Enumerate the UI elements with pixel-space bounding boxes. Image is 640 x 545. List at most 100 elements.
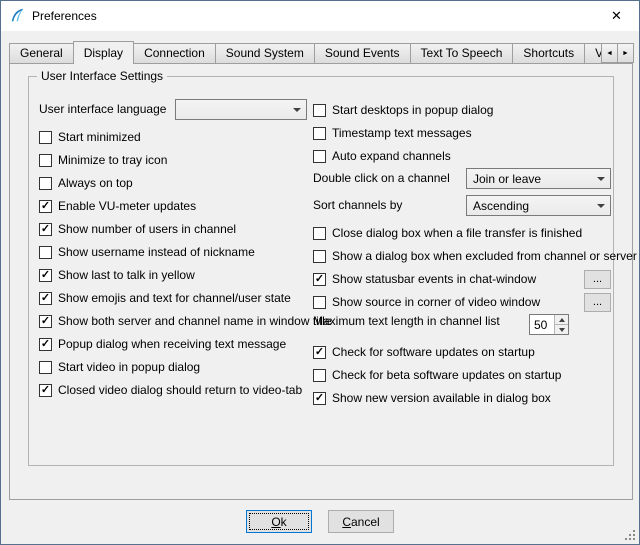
tab-display[interactable]: Display: [73, 41, 134, 64]
checkbox-label: Minimize to tray icon: [58, 154, 167, 167]
tab-connection[interactable]: Connection: [133, 43, 216, 63]
checkbox-unchecked-icon[interactable]: [313, 369, 326, 382]
checkbox-label: Check for beta software updates on start…: [332, 369, 561, 382]
checkbox-label: Timestamp text messages: [332, 127, 472, 140]
double-click-select[interactable]: Join or leave: [466, 168, 611, 189]
display-tab-page: User Interface Settings User interface l…: [9, 63, 633, 500]
right-checkbox-list-top: Start desktops in popup dialog Timestamp …: [313, 99, 611, 168]
tab-general[interactable]: General: [9, 43, 74, 63]
checkbox-label: Show emojis and text for channel/user st…: [58, 292, 291, 305]
checkbox-label: Show statusbar events in chat-window: [332, 273, 536, 286]
right-checkbox-list-bottom: ✓ Check for software updates on startup Ch…: [313, 341, 611, 410]
resize-grip[interactable]: [623, 528, 637, 542]
checkbox-row-minimize-to-tray-icon[interactable]: Minimize to tray icon: [39, 149, 311, 172]
chevron-down-icon: [592, 169, 610, 188]
checkbox-unchecked-icon[interactable]: [313, 104, 326, 117]
checkbox-row-enable-vu-meter-updates[interactable]: ✓Enable VU-meter updates: [39, 195, 311, 218]
max-text-length-input[interactable]: 50: [530, 315, 554, 334]
checkbox-checked-icon[interactable]: ✓: [39, 292, 52, 305]
sort-channels-row: Sort channels by Ascending: [313, 195, 611, 222]
checkbox-checked-icon[interactable]: ✓: [39, 200, 52, 213]
checkbox-row-show-last-to-talk-in-yellow[interactable]: ✓Show last to talk in yellow: [39, 264, 311, 287]
left-column: User interface language Start minimized M…: [39, 99, 311, 402]
checkbox-row-show-source-in-corner-of-video-window[interactable]: Show source in corner of video window...: [313, 291, 611, 314]
double-click-label: Double click on a channel: [313, 171, 450, 185]
chevron-down-icon: [288, 100, 306, 119]
checkbox-row-show-emojis-and-text-for-channel-user-state[interactable]: ✓ Show emojis and text for channel/user s…: [39, 287, 311, 310]
checkbox-unchecked-icon[interactable]: [39, 131, 52, 144]
tab-scroll-right-icon[interactable]: ►: [617, 43, 634, 63]
cancel-button[interactable]: Cancel: [328, 510, 394, 533]
tab-sound-events[interactable]: Sound Events: [314, 43, 411, 63]
max-text-length-spinbox[interactable]: 50: [529, 314, 569, 335]
checkbox-checked-icon[interactable]: ✓: [313, 346, 326, 359]
ellipsis-button[interactable]: ...: [584, 270, 611, 289]
checkbox-checked-icon[interactable]: ✓: [313, 392, 326, 405]
double-click-selected-value: Join or leave: [473, 172, 592, 186]
checkbox-row-auto-expand-channels[interactable]: Auto expand channels: [313, 145, 611, 168]
checkbox-row-close-dialog-box-when-a-file-transfer-is-finished[interactable]: Close dialog box when a file transfer is…: [313, 222, 611, 245]
title-bar: Preferences ✕: [1, 1, 639, 31]
checkbox-label: Always on top: [58, 177, 133, 190]
checkbox-unchecked-icon[interactable]: [39, 154, 52, 167]
checkbox-unchecked-icon[interactable]: [313, 150, 326, 163]
checkbox-checked-icon[interactable]: ✓: [39, 269, 52, 282]
checkbox-unchecked-icon[interactable]: [313, 127, 326, 140]
checkbox-unchecked-icon[interactable]: [39, 361, 52, 374]
checkbox-label: Auto expand channels: [332, 150, 451, 163]
checkbox-row-check-for-software-updates-on-startup[interactable]: ✓ Check for software updates on startup: [313, 341, 611, 364]
window-title: Preferences: [32, 9, 97, 23]
checkbox-row-show-statusbar-events-in-chat-window[interactable]: ✓ Show statusbar events in chat-window...: [313, 268, 611, 291]
checkbox-row-always-on-top[interactable]: Always on top: [39, 172, 311, 195]
checkbox-checked-icon[interactable]: ✓: [39, 338, 52, 351]
checkbox-unchecked-icon[interactable]: [39, 177, 52, 190]
checkbox-unchecked-icon[interactable]: [39, 246, 52, 259]
checkbox-row-start-video-in-popup-dialog[interactable]: Start video in popup dialog: [39, 356, 311, 379]
language-label: User interface language: [39, 102, 166, 116]
checkbox-row-start-minimized[interactable]: Start minimized: [39, 126, 311, 149]
tab-sound-system[interactable]: Sound System: [215, 43, 315, 63]
ellipsis-button[interactable]: ...: [584, 293, 611, 312]
language-select[interactable]: [175, 99, 307, 120]
checkbox-row-popup-dialog-when-receiving-text-message[interactable]: ✓ Popup dialog when receiving text messag…: [39, 333, 311, 356]
checkbox-checked-icon[interactable]: ✓: [39, 384, 52, 397]
checkbox-checked-icon[interactable]: ✓: [39, 315, 52, 328]
spin-up-icon[interactable]: [555, 315, 568, 324]
tab-scroll-left-icon[interactable]: ◄: [601, 43, 618, 63]
ok-button[interactable]: Ok: [246, 510, 312, 533]
sort-channels-label: Sort channels by: [313, 198, 402, 212]
right-checkbox-list-mid: Close dialog box when a file transfer is…: [313, 222, 611, 314]
checkbox-label: Show number of users in channel: [58, 223, 236, 236]
user-interface-settings-group: User Interface Settings User interface l…: [28, 76, 614, 466]
checkbox-unchecked-icon[interactable]: [313, 227, 326, 240]
checkbox-row-show-username-instead-of-nickname[interactable]: Show username instead of nickname: [39, 241, 311, 264]
checkbox-row-start-desktops-in-popup-dialog[interactable]: Start desktops in popup dialog: [313, 99, 611, 122]
checkbox-row-timestamp-text-messages[interactable]: Timestamp text messages: [313, 122, 611, 145]
checkbox-row-show-new-version-available-in-dialog-box[interactable]: ✓Show new version available in dialog bo…: [313, 387, 611, 410]
checkbox-unchecked-icon[interactable]: [313, 296, 326, 309]
checkbox-label: Show a dialog box when excluded from cha…: [332, 250, 637, 263]
checkbox-checked-icon[interactable]: ✓: [39, 223, 52, 236]
checkbox-label: Start video in popup dialog: [58, 361, 200, 374]
checkbox-checked-icon[interactable]: ✓: [313, 273, 326, 286]
checkbox-label: Popup dialog when receiving text message: [58, 338, 286, 351]
checkbox-row-closed-video-dialog-should-return-to-video-tab[interactable]: ✓Closed video dialog should return to vi…: [39, 379, 311, 402]
checkbox-row-show-a-dialog-box-when-excluded-from-channel-or-server[interactable]: Show a dialog box when excluded from cha…: [313, 245, 611, 268]
checkbox-row-show-both-server-and-channel-name-in-window-title[interactable]: ✓Show both server and channel name in wi…: [39, 310, 311, 333]
close-button[interactable]: ✕: [594, 1, 639, 30]
preferences-window: Preferences ✕ GeneralDisplayConnectionSo…: [0, 0, 640, 545]
sort-channels-select[interactable]: Ascending: [466, 195, 611, 216]
tab-text-to-speech[interactable]: Text To Speech: [410, 43, 514, 63]
checkbox-label: Close dialog box when a file transfer is…: [332, 227, 582, 240]
checkbox-row-check-for-beta-software-updates-on-startup[interactable]: Check for beta software updates on start…: [313, 364, 611, 387]
tab-scroll-control: ◄ ►: [602, 43, 634, 63]
max-text-length-row: Maximum text length in channel list 50: [313, 314, 611, 341]
checkbox-row-show-number-of-users-in-channel[interactable]: ✓ Show number of users in channel: [39, 218, 311, 241]
spin-down-icon[interactable]: [555, 324, 568, 334]
checkbox-label: Show username instead of nickname: [58, 246, 255, 259]
checkbox-unchecked-icon[interactable]: [313, 250, 326, 263]
checkbox-label: Check for software updates on startup: [332, 346, 535, 359]
dialog-buttons: Ok Cancel: [1, 510, 639, 533]
tab-shortcuts[interactable]: Shortcuts: [512, 43, 585, 63]
double-click-row: Double click on a channel Join or leave: [313, 168, 611, 195]
